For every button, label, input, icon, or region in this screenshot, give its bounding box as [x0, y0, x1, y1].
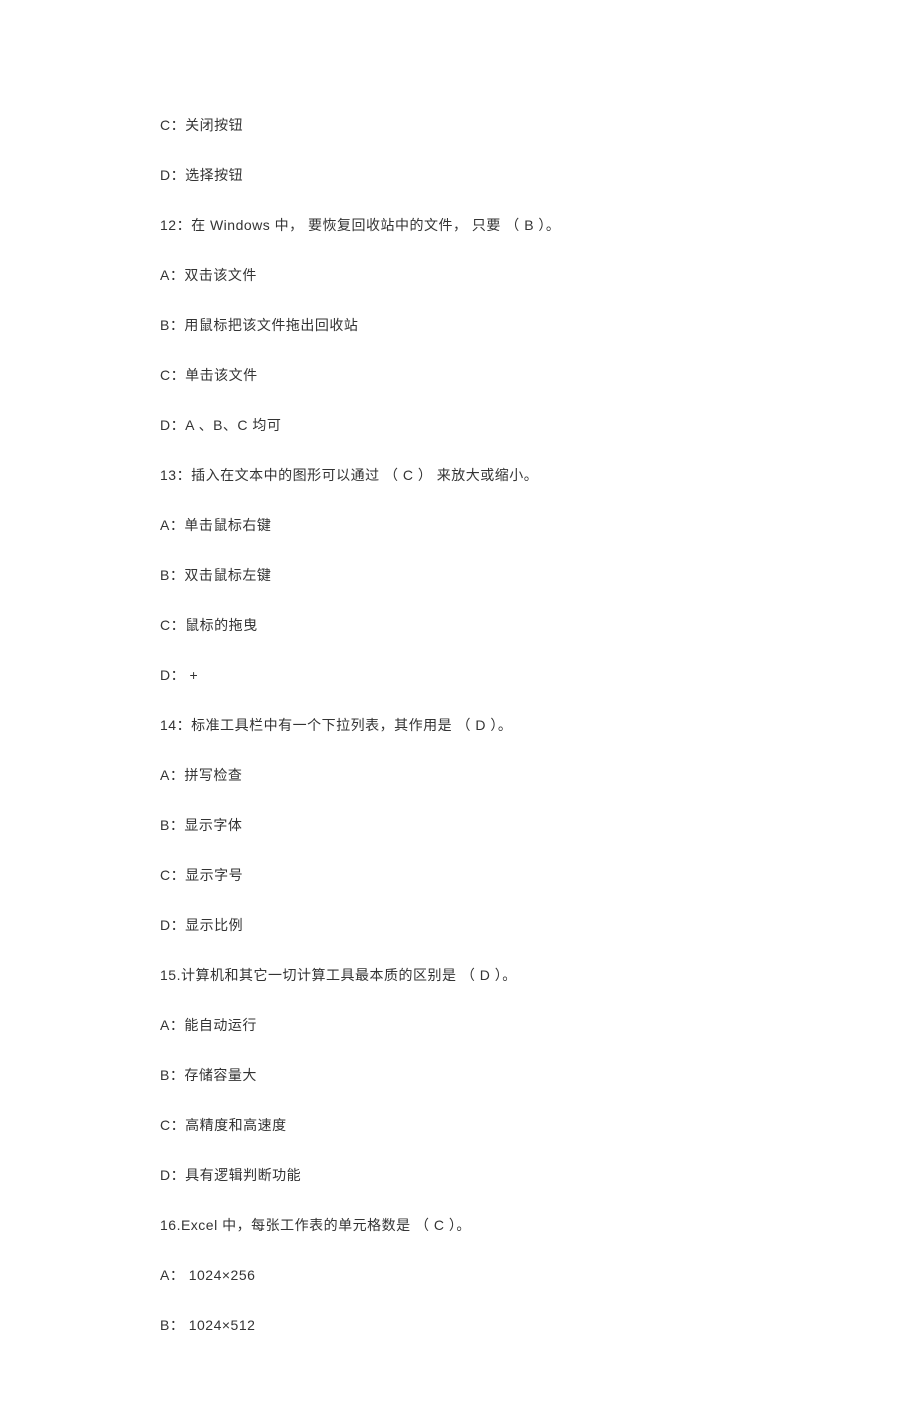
option-text: C：高精度和高速度	[160, 1115, 760, 1135]
option-text: B：用鼠标把该文件拖出回收站	[160, 315, 760, 335]
option-text: D：选择按钮	[160, 165, 760, 185]
option-text: C：显示字号	[160, 865, 760, 885]
document-page: C：关闭按钮 D：选择按钮 12：在 Windows 中， 要恢复回收站中的文件…	[0, 0, 920, 1425]
option-text: D： +	[160, 665, 760, 685]
question-text: 12：在 Windows 中， 要恢复回收站中的文件， 只要 （ B ）。	[160, 215, 760, 235]
option-text: D：A 、B、C 均可	[160, 415, 760, 435]
option-text: C：单击该文件	[160, 365, 760, 385]
option-text: B：显示字体	[160, 815, 760, 835]
question-text: 14：标准工具栏中有一个下拉列表，其作用是 （ D ）。	[160, 715, 760, 735]
option-text: D：具有逻辑判断功能	[160, 1165, 760, 1185]
question-text: 15.计算机和其它一切计算工具最本质的区别是 （ D ）。	[160, 965, 760, 985]
option-text: D：显示比例	[160, 915, 760, 935]
option-text: B：双击鼠标左键	[160, 565, 760, 585]
question-text: 16.Excel 中，每张工作表的单元格数是 （ C ）。	[160, 1215, 760, 1235]
option-text: A： 1024×256	[160, 1265, 760, 1285]
option-text: A：双击该文件	[160, 265, 760, 285]
option-text: C：鼠标的拖曳	[160, 615, 760, 635]
option-text: A：能自动运行	[160, 1015, 760, 1035]
option-text: A：单击鼠标右键	[160, 515, 760, 535]
option-text: A：拼写检查	[160, 765, 760, 785]
option-text: B： 1024×512	[160, 1315, 760, 1335]
option-text: B：存储容量大	[160, 1065, 760, 1085]
question-text: 13：插入在文本中的图形可以通过 （ C ） 来放大或缩小。	[160, 465, 760, 485]
option-text: C：关闭按钮	[160, 115, 760, 135]
